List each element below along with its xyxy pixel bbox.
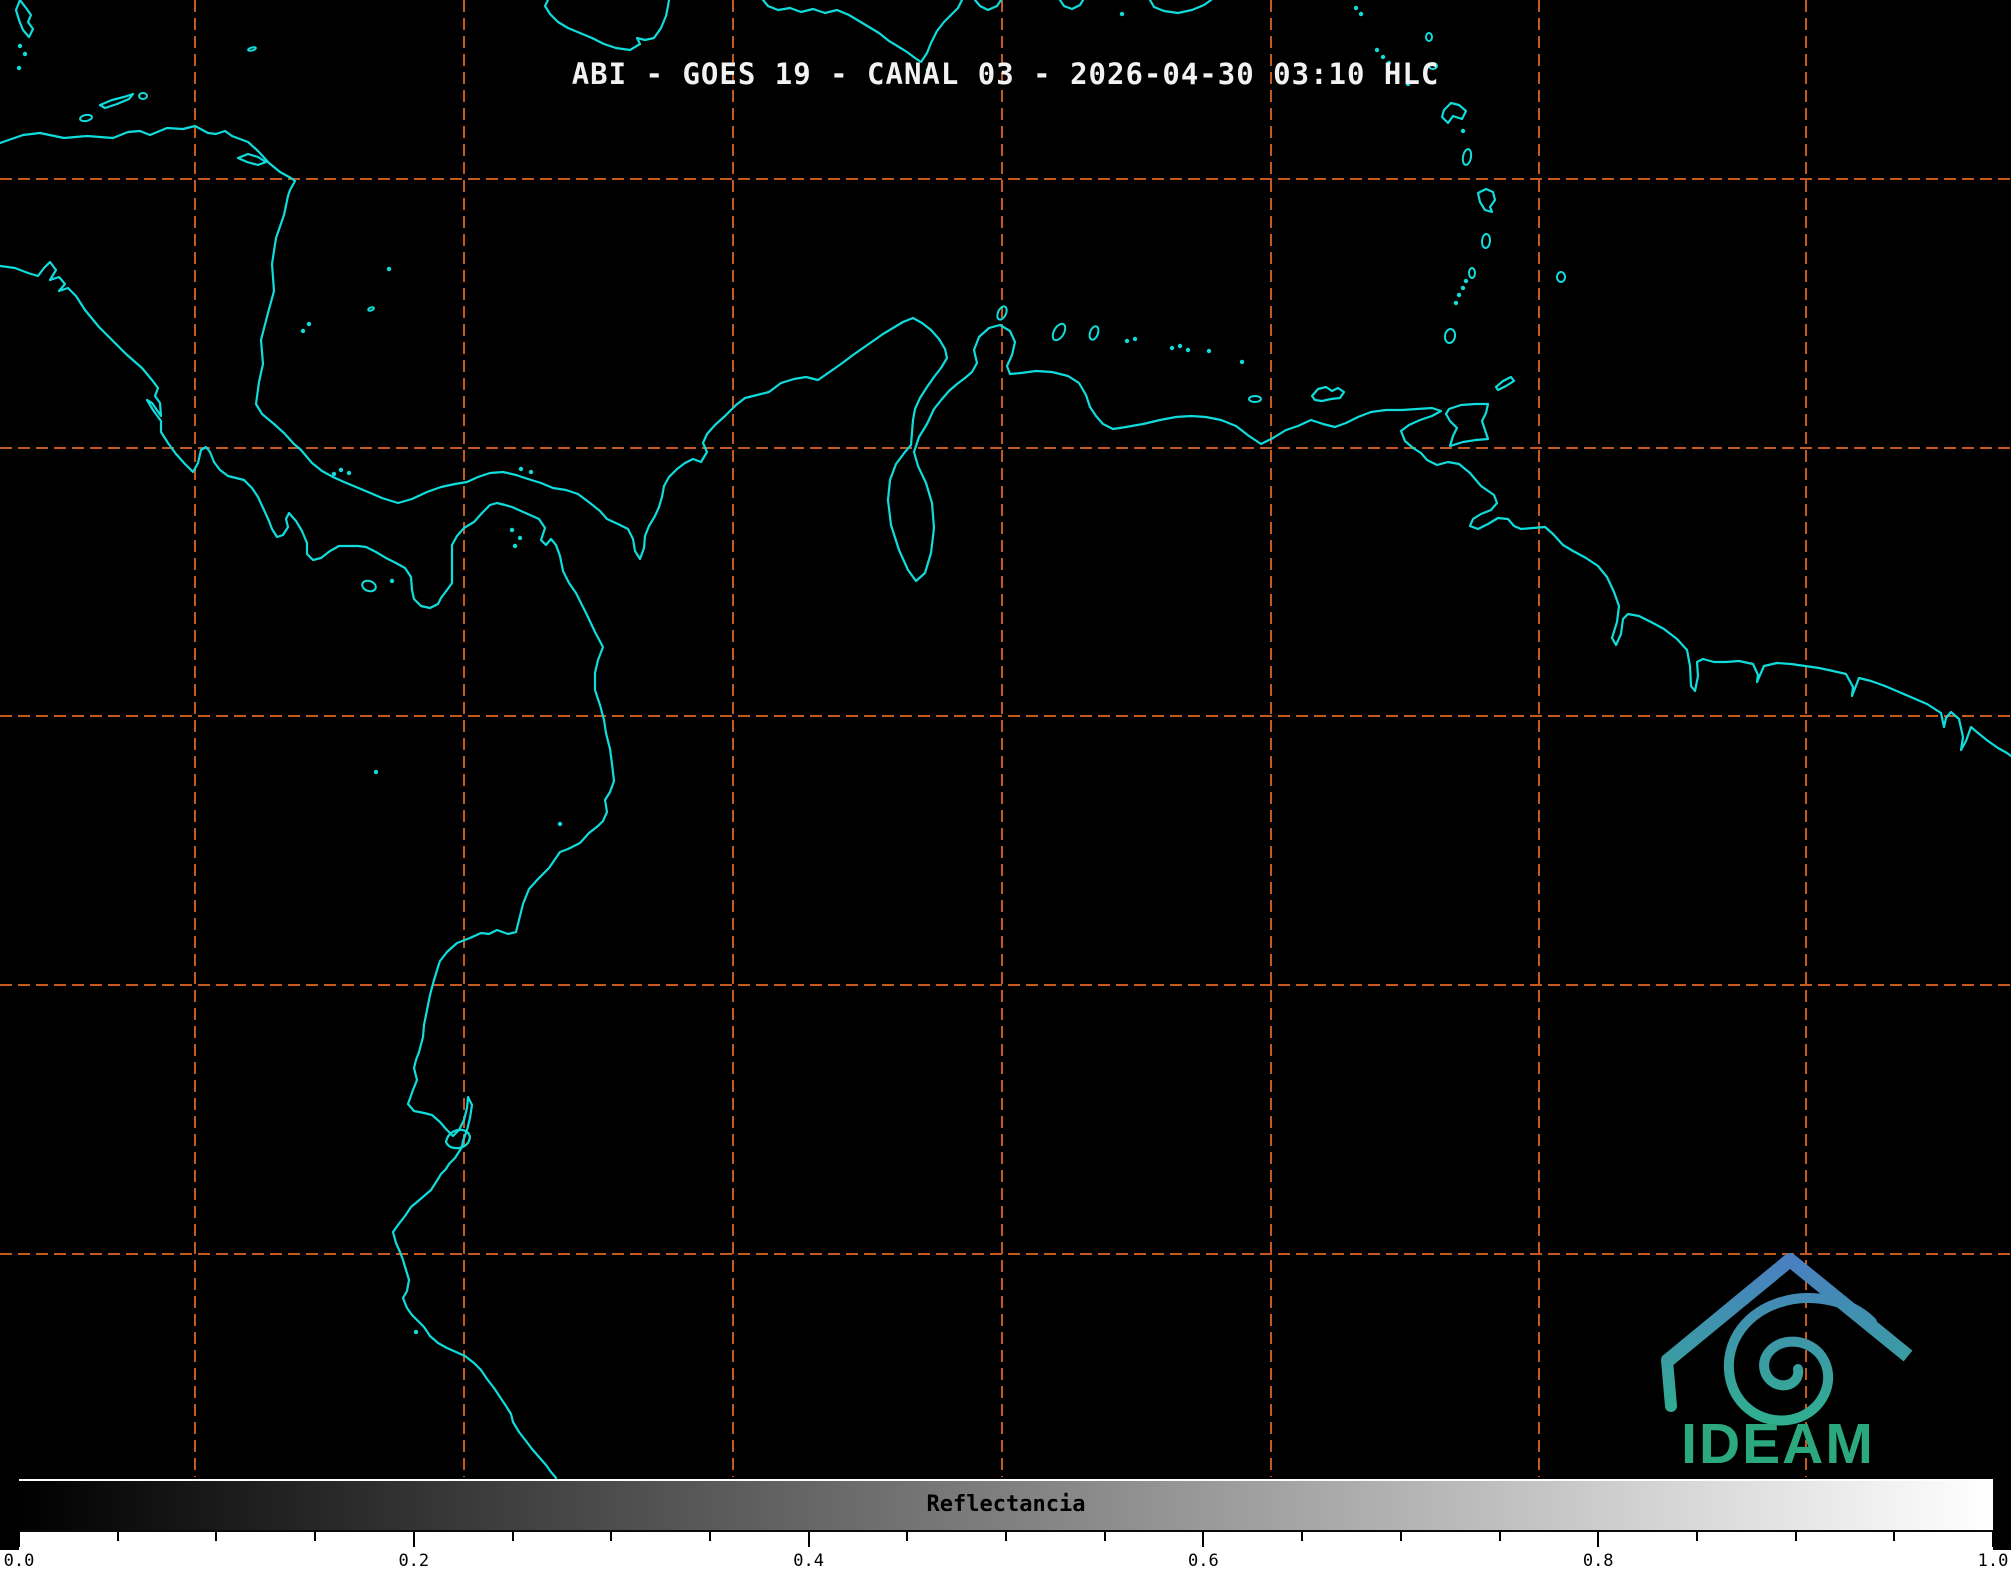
- colorbar-minor-tick: [116, 1532, 119, 1541]
- island-dot-bocas-islet-2: [338, 467, 344, 473]
- colorbar-minor-tick: [314, 1532, 317, 1541]
- island-dot-las-aves-1: [1124, 338, 1130, 344]
- colorbar-tick-label: 1.0: [1977, 1551, 2009, 1571]
- island-dot-los-roques-1: [1169, 345, 1175, 351]
- colorbar-minor-tick: [1301, 1532, 1304, 1541]
- colorbar-tick-label: 0.4: [793, 1551, 824, 1571]
- coastline-belize-cays: [14, 0, 35, 39]
- colorbar-minor-tick: [511, 1532, 514, 1541]
- colorbar-minor-tick: [1005, 1532, 1007, 1541]
- coastline-jamaica-coast: [543, 0, 671, 52]
- coastline-pacific-coast: [0, 260, 616, 1480]
- island-coiba: [361, 579, 377, 593]
- island-barbados: [1556, 271, 1566, 283]
- island-dot-las-aves-2: [1132, 336, 1138, 342]
- colorbar-label: Reflectancia: [926, 1492, 1086, 1517]
- island-dot-grenadine-4: [1463, 278, 1469, 284]
- colorbar-minor-tick: [1399, 1532, 1402, 1541]
- coastline-hispaniola-south-coast-east: [973, 0, 1003, 12]
- island-dot-st-kitts-1: [1374, 47, 1380, 53]
- island-dot-pearl-island-3: [512, 543, 518, 549]
- island-dot-la-blanquilla: [1239, 359, 1245, 365]
- colorbar-major-tick: [807, 1532, 810, 1547]
- coastline-trinidad-island: [1444, 402, 1490, 448]
- island-dot-corn-island-1: [300, 328, 306, 334]
- coastlines: [0, 0, 2011, 1480]
- island-dot-malpelo: [373, 769, 379, 775]
- coastline-saona-coast: [1058, 0, 1085, 11]
- island-dot-belize-cay-dot-1: [17, 43, 23, 49]
- colorbar-label-strip: [0, 1550, 2011, 1577]
- island-dominica: [1461, 148, 1473, 166]
- coastline-tobago-island: [1494, 375, 1516, 392]
- coastline-margarita-island: [1310, 385, 1346, 403]
- island-bonaire: [1088, 325, 1100, 341]
- colorbar-minor-tick: [1893, 1532, 1896, 1541]
- island-dot-cebaco: [389, 578, 395, 584]
- island-dot-anguilla: [1353, 5, 1359, 11]
- colorbar-minor-tick: [215, 1532, 218, 1541]
- island-la-tortuga: [1248, 395, 1262, 403]
- colorbar-tick-label: 0.0: [3, 1551, 35, 1571]
- island-dot-marie-galante: [1460, 128, 1466, 134]
- island-dot-la-orchila: [1206, 348, 1212, 354]
- coastline-hispaniola-south-coast-west: [761, 0, 964, 64]
- colorbar-tick-label: 0.6: [1188, 1551, 1219, 1571]
- colorbar-tick-label: 0.8: [1582, 1551, 1614, 1571]
- island-dot-los-roques-3: [1185, 347, 1191, 353]
- map-area: IDEAM ABI - GOES 19 - CANAL 03 - 2026-04…: [0, 0, 2011, 1550]
- island-dot-san-blas-islet-1: [518, 466, 524, 472]
- island-curacao: [1051, 322, 1067, 342]
- map-title: ABI - GOES 19 - CANAL 03 - 2026-04-30 03…: [571, 57, 1440, 91]
- island-swan-islands: [247, 46, 257, 52]
- colorbar-minor-tick: [1794, 1532, 1797, 1541]
- ideam-logo: IDEAM: [1661, 1253, 1913, 1476]
- logo-text: IDEAM: [1681, 1412, 1875, 1476]
- island-dot-bocas-islet-1: [331, 471, 337, 477]
- latlon-gridlines: [0, 0, 2011, 1477]
- island-guanaja: [138, 92, 148, 100]
- satellite-image-viewer: IDEAM ABI - GOES 19 - CANAL 03 - 2026-04…: [0, 0, 2011, 1577]
- island-st-lucia: [1480, 233, 1492, 249]
- island-dot-corn-island-2: [306, 321, 312, 327]
- island-dot-pearl-island-1: [509, 527, 515, 533]
- colorbar-minor-tick: [1103, 1532, 1106, 1541]
- island-dot-los-roques-2: [1177, 343, 1183, 349]
- colorbar-minor-tick: [1498, 1532, 1501, 1541]
- island-dot-pearl-island-2: [517, 535, 523, 541]
- island-dot-lobos: [413, 1329, 419, 1335]
- coastline-martinique-island: [1476, 187, 1497, 214]
- island-dot-st-martin: [1358, 11, 1364, 17]
- coastline-roatan-island: [98, 92, 135, 110]
- colorbar-major-tick: [18, 1532, 20, 1547]
- map-canvas: IDEAM: [0, 0, 2011, 1480]
- colorbar-tick-label: 0.2: [398, 1551, 430, 1571]
- coastline-guadeloupe-island: [1440, 101, 1468, 125]
- island-grenada: [1443, 328, 1457, 344]
- island-st-vincent: [1468, 267, 1476, 279]
- island-dot-grenadine-2: [1456, 292, 1462, 298]
- island-dot-san-blas-islet-2: [528, 469, 534, 475]
- logo-mountain-base-icon: [1661, 1354, 1677, 1412]
- colorbar-major-tick: [1992, 1532, 1994, 1547]
- coastline-puerto-rico-south-coast: [1148, 0, 1213, 15]
- colorbar-minor-tick: [610, 1532, 613, 1541]
- colorbar-major-tick: [1597, 1532, 1600, 1547]
- island-dot-grenadine-3: [1460, 285, 1466, 291]
- colorbar-major-tick: [412, 1532, 415, 1547]
- island-dot-bocas-islet-3: [346, 470, 352, 476]
- colorbar-minor-tick: [708, 1532, 711, 1541]
- island-dot-gorgona: [557, 821, 563, 827]
- island-barbuda: [1425, 32, 1433, 42]
- island-dot-providencia: [386, 266, 392, 272]
- coastline-caribbean-mainland-coast: [0, 124, 2011, 758]
- colorbar-minor-tick: [1695, 1532, 1698, 1541]
- island-san-andres: [367, 306, 375, 312]
- island-utila: [79, 113, 93, 123]
- colorbar-minor-tick: [906, 1532, 909, 1541]
- colorbar-major-tick: [1202, 1532, 1205, 1547]
- island-dot-belize-cay-dot-2: [22, 51, 28, 57]
- island-dot-grenadine-1: [1453, 300, 1459, 306]
- island-dot-mona: [1119, 11, 1125, 17]
